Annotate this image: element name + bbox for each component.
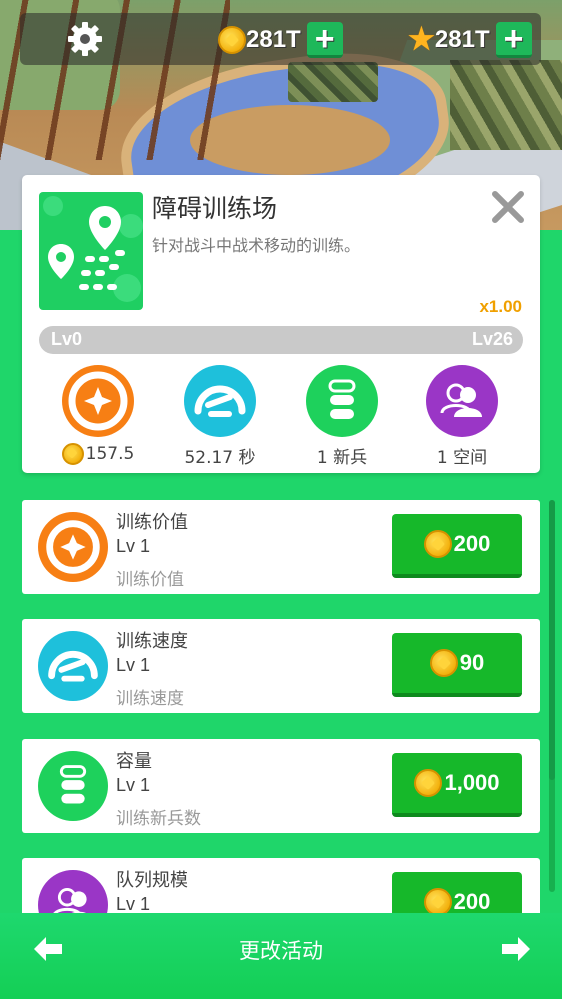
map-route-icon — [39, 192, 143, 310]
upgrade-name: 训练价值 — [116, 512, 188, 533]
value-icon — [62, 365, 134, 437]
level-start-label: Lv0 — [51, 329, 83, 349]
stat-capacity-text: 1 新兵 — [316, 448, 368, 468]
stat-speed-text: 52.17 秒 — [184, 448, 256, 468]
arrow-right-icon[interactable] — [498, 931, 534, 967]
coin-icon — [61, 443, 84, 465]
upgrade-cost: 1,000 — [444, 770, 500, 795]
upgrade-level: Lv 1 — [116, 894, 151, 914]
scrollbar-thumb[interactable] — [549, 500, 555, 780]
stat-queue: 1 空间 — [412, 365, 512, 468]
speed-icon — [38, 631, 108, 701]
close-icon[interactable] — [490, 189, 526, 225]
star-counter: ★ 281T + — [408, 22, 532, 58]
upgrade-row-speed: 训练速度 Lv 1 训练速度 90 — [22, 619, 540, 713]
stat-speed: 52.17 秒 — [170, 365, 270, 468]
upgrade-name: 训练速度 — [116, 631, 188, 652]
buy-upgrade-button[interactable]: 200 — [392, 514, 522, 578]
upgrade-name: 队列规模 — [116, 870, 188, 891]
facility-info-card: 障碍训练场 针对战斗中战术移动的训练。 x1.00 Lv0 Lv26 157.5… — [22, 175, 540, 473]
upgrade-row-value: 训练价值 Lv 1 训练价值 200 — [22, 500, 540, 594]
stat-capacity: 1 新兵 — [292, 365, 392, 468]
capacity-icon — [38, 751, 108, 821]
upgrade-subtitle: 训练速度 — [116, 689, 184, 709]
queue-icon — [426, 365, 498, 437]
upgrade-level: Lv 1 — [116, 655, 151, 675]
stat-queue-text: 1 空间 — [436, 448, 488, 468]
add-coins-button[interactable]: + — [306, 22, 343, 58]
facility-description: 针对战斗中战术移动的训练。 — [152, 236, 361, 255]
upgrade-cost: 200 — [453, 889, 491, 914]
change-activity-label[interactable]: 更改活动 — [0, 935, 562, 965]
star-icon: ★ — [408, 23, 435, 56]
buy-upgrade-button[interactable]: 1,000 — [392, 753, 522, 817]
level-progress-bar: Lv0 Lv26 — [39, 326, 523, 354]
coin-icon — [423, 530, 452, 558]
stat-value: 157.5 — [48, 365, 148, 465]
coin-counter: 281T + — [218, 22, 343, 58]
coin-icon — [423, 888, 452, 916]
buy-upgrade-button[interactable]: 90 — [392, 633, 522, 697]
coin-icon — [414, 769, 443, 797]
coin-icon — [218, 26, 246, 54]
value-icon — [38, 512, 108, 582]
level-end-label: Lv26 — [471, 329, 513, 349]
speed-icon — [184, 365, 256, 437]
upgrade-subtitle: 训练新兵数 — [116, 809, 201, 829]
bottom-bar: 更改活动 — [0, 913, 562, 999]
gear-icon[interactable] — [65, 19, 105, 59]
upgrade-level: Lv 1 — [116, 775, 151, 795]
coin-icon — [429, 649, 458, 677]
upgrade-subtitle: 训练价值 — [116, 570, 184, 590]
upgrade-row-capacity: 容量 Lv 1 训练新兵数 1,000 — [22, 739, 540, 833]
coin-amount: 281T — [246, 26, 301, 53]
upgrade-cost: 90 — [459, 650, 485, 675]
facility-title: 障碍训练场 — [152, 194, 278, 223]
star-amount: 281T — [434, 26, 490, 53]
add-stars-button[interactable]: + — [495, 22, 532, 58]
multiplier-label: x1.00 — [479, 297, 522, 316]
upgrade-name: 容量 — [116, 751, 152, 772]
upgrade-cost: 200 — [453, 531, 491, 556]
upgrade-level: Lv 1 — [116, 536, 151, 556]
stat-value-text: 157.5 — [85, 444, 135, 464]
capacity-icon — [306, 365, 378, 437]
